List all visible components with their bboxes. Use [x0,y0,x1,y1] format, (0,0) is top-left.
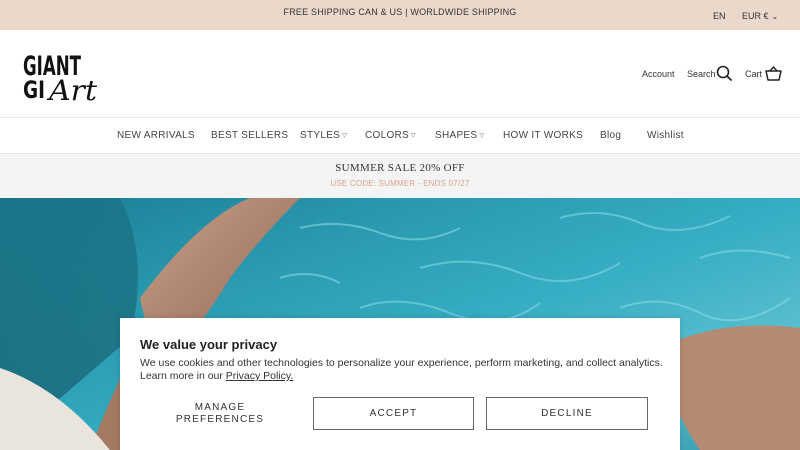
dropdown-triangle-icon: ▽ [342,133,348,139]
dropdown-triangle-icon: ▽ [411,133,416,139]
manage-preferences-button[interactable]: MANAGE PREFERENCES [160,402,280,426]
cookie-text: We use cookies and other technologies to… [140,357,670,383]
promo-subtitle: USE CODE: SUMMER - ENDS 07/27 [330,179,470,188]
search-link[interactable]: Search [687,69,716,79]
announcement-text: FREE SHIPPING CAN & US | WORLDWIDE SHIPP… [283,7,517,17]
nav-colors-label: COLORS [365,130,410,141]
dropdown-triangle-icon: ▽ [479,133,485,139]
account-link[interactable]: Account [642,69,675,79]
search-icon[interactable] [716,65,733,87]
nav-shapes-label: SHAPES [435,130,478,141]
nav-colors[interactable]: COLORS ▽ [365,130,416,141]
accept-button[interactable]: ACCEPT [313,397,474,430]
decline-button[interactable]: DECLINE [486,397,648,430]
language-selector[interactable]: EN [713,11,726,21]
main-navigation: NEW ARRIVALS BEST SELLERS STYLES ▽ COLORS… [0,118,800,154]
site-logo[interactable]: GIANT GI Art [22,44,102,107]
promo-title: SUMMER SALE 20% OFF [335,162,465,174]
nav-shapes[interactable]: SHAPES ▽ [435,130,484,141]
cookie-title: We value your privacy [140,337,278,352]
manage-label-line2: PREFERENCES [175,414,265,425]
nav-best-sellers[interactable]: BEST SELLERS [211,130,288,141]
svg-text:GI: GI [23,76,45,104]
chevron-down-icon: ⌄ [771,12,779,21]
nav-styles-label: STYLES [300,130,341,141]
nav-new-arrivals[interactable]: NEW ARRIVALS [117,130,195,141]
nav-wishlist[interactable]: Wishlist [647,130,684,141]
manage-label-line1: MANAGE [194,402,246,413]
nav-blog[interactable]: Blog [600,130,621,141]
svg-text:Art: Art [46,74,98,104]
privacy-policy-link[interactable]: Privacy Policy. [226,370,294,382]
promo-bar[interactable]: SUMMER SALE 20% OFF USE CODE: SUMMER - E… [0,154,800,198]
currency-label: EUR € [742,11,769,21]
nav-how-it-works[interactable]: HOW IT WORKS [503,130,583,141]
cookie-body-text: We use cookies and other technologies to… [140,357,663,382]
cart-link[interactable]: Cart [745,69,762,79]
currency-selector[interactable]: EUR € ⌄ [742,11,778,21]
nav-styles[interactable]: STYLES ▽ [300,130,347,141]
site-header: GIANT GI Art Account Search Cart [0,30,800,118]
cart-basket-icon[interactable] [765,65,782,86]
cookie-consent-banner: We value your privacy We use cookies and… [120,318,680,450]
announcement-bar: FREE SHIPPING CAN & US | WORLDWIDE SHIPP… [0,0,800,30]
